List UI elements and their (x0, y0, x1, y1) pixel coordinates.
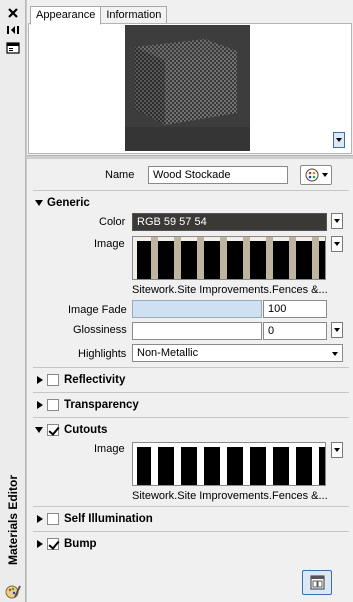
materials-editor-panel: Appearance Information Name Wood Stockad… (26, 0, 353, 602)
expand-right-icon (37, 514, 43, 523)
cutouts-image-label: Image (94, 443, 125, 455)
glossiness-value[interactable]: 0 (263, 322, 327, 340)
section-transparency-header[interactable]: Transparency (35, 398, 139, 412)
chevron-down-icon (332, 352, 338, 356)
cutouts-checkbox[interactable] (47, 423, 59, 436)
section-bump-header[interactable]: Bump (35, 537, 97, 551)
image-dropdown[interactable] (331, 236, 343, 252)
color-field[interactable]: RGB 59 57 54 (132, 213, 327, 231)
divider (33, 531, 349, 532)
glossiness-label: Glossiness (73, 324, 127, 336)
color-label: Color (99, 216, 126, 228)
chevron-down-icon (322, 173, 328, 177)
expand-down-icon (35, 426, 43, 433)
highlights-select[interactable]: Non-Metallic (132, 344, 343, 362)
tab-bar: Appearance Information (30, 6, 168, 25)
auto-hide-icon[interactable] (6, 23, 20, 37)
name-label: Name (105, 169, 135, 181)
palette-title-strip: Materials Editor (0, 0, 26, 602)
divider (33, 392, 349, 393)
material-preview-image (125, 25, 250, 151)
color-dropdown[interactable] (331, 213, 343, 229)
tab-appearance[interactable]: Appearance (30, 6, 102, 25)
bump-checkbox[interactable] (47, 537, 59, 550)
divider (33, 367, 349, 368)
image-label: Image (94, 238, 125, 250)
preview-options-dropdown[interactable] (333, 132, 345, 148)
image-fade-slider[interactable] (132, 300, 262, 318)
material-browser-icon (310, 575, 325, 593)
highlights-label: Highlights (78, 348, 127, 360)
material-type-button[interactable] (300, 165, 332, 185)
section-cutouts-header[interactable]: Cutouts (35, 423, 107, 437)
expand-right-icon (37, 400, 43, 409)
glossiness-dropdown[interactable] (331, 322, 343, 338)
expand-right-icon (37, 539, 43, 548)
reflectivity-checkbox[interactable] (47, 373, 59, 386)
image-fade-label: Image Fade (68, 304, 127, 316)
material-swatch-icon (305, 168, 319, 185)
cutouts-image-swatch[interactable] (132, 442, 326, 486)
divider (33, 417, 349, 418)
tab-information[interactable]: Information (100, 6, 168, 24)
glossiness-slider[interactable] (132, 322, 262, 340)
material-preview-area (28, 23, 352, 154)
image-fade-value[interactable]: 100 (263, 300, 327, 318)
cutouts-image-dropdown[interactable] (331, 442, 343, 458)
material-name-field[interactable]: Wood Stockade (148, 166, 288, 184)
divider (33, 190, 349, 191)
section-reflectivity-header[interactable]: Reflectivity (35, 373, 125, 387)
generic-image-swatch[interactable] (132, 236, 326, 280)
divider (33, 506, 349, 507)
section-generic-header[interactable]: Generic (35, 196, 90, 210)
material-browser-button[interactable] (302, 570, 332, 595)
panel-splitter[interactable] (27, 155, 353, 159)
expand-right-icon (37, 375, 43, 384)
materials-editor-icon[interactable] (5, 583, 21, 599)
palette-title: Materials Editor (6, 474, 20, 566)
close-icon[interactable] (6, 6, 20, 20)
expand-down-icon (35, 199, 43, 206)
self-illumination-checkbox[interactable] (47, 512, 59, 525)
cutouts-image-caption: Sitework.Site Improvements.Fences &... (132, 490, 328, 502)
transparency-checkbox[interactable] (47, 398, 59, 411)
section-self-illumination-header[interactable]: Self Illumination (35, 512, 153, 526)
properties-icon[interactable] (6, 41, 20, 55)
generic-image-caption: Sitework.Site Improvements.Fences &... (132, 284, 328, 296)
